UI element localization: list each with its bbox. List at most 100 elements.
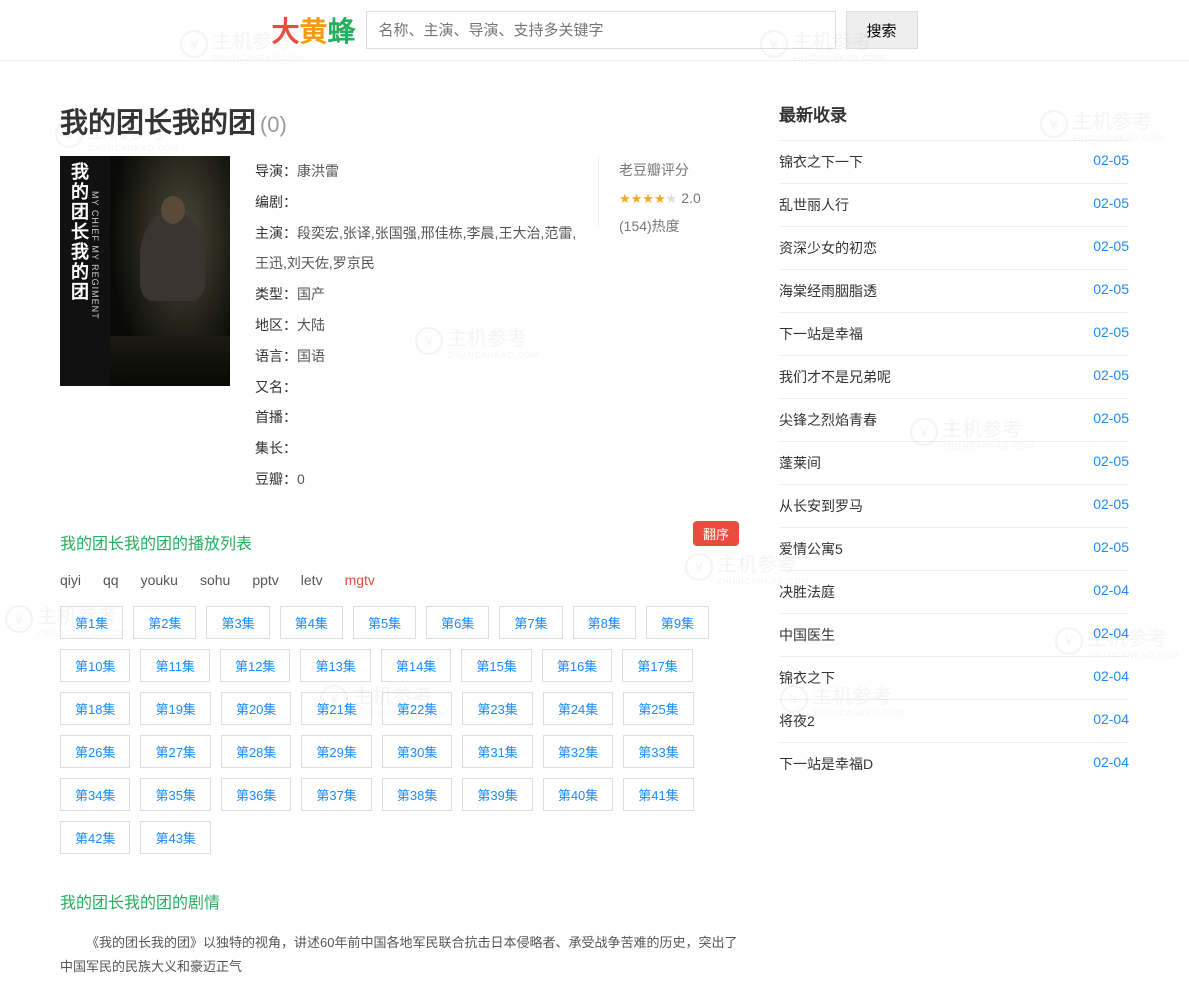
recent-item-name: 乱世丽人行: [779, 195, 849, 215]
episode-link[interactable]: 第36集: [221, 778, 291, 811]
episode-link[interactable]: 第38集: [382, 778, 452, 811]
episode-link[interactable]: 第2集: [133, 606, 196, 639]
recent-item[interactable]: 乱世丽人行 02-05: [779, 183, 1129, 226]
episode-link[interactable]: 第25集: [623, 692, 693, 725]
episode-link[interactable]: 第28集: [221, 735, 291, 768]
episode-link[interactable]: 第6集: [426, 606, 489, 639]
sidebar-title: 最新收录: [779, 101, 1129, 126]
recent-item-name: 爱情公寓5: [779, 539, 843, 559]
source-tab-letv[interactable]: letv: [301, 572, 323, 588]
episode-link[interactable]: 第13集: [300, 649, 370, 682]
recent-item[interactable]: 将夜2 02-04: [779, 699, 1129, 742]
source-tab-sohu[interactable]: sohu: [200, 572, 230, 588]
recent-item-name: 我们才不是兄弟呢: [779, 367, 891, 387]
episode-link[interactable]: 第22集: [382, 692, 452, 725]
episode-link[interactable]: 第3集: [206, 606, 269, 639]
recent-item-name: 下一站是幸福D: [779, 754, 873, 774]
episode-link[interactable]: 第32集: [543, 735, 613, 768]
recent-item[interactable]: 海棠经雨胭脂透02-05: [779, 269, 1129, 312]
episode-link[interactable]: 第11集: [140, 649, 210, 682]
recent-item-name: 锦衣之下: [779, 668, 835, 688]
episode-link[interactable]: 第43集: [140, 821, 210, 854]
episode-link[interactable]: 第20集: [221, 692, 291, 725]
episode-link[interactable]: 第9集: [646, 606, 709, 639]
episode-link[interactable]: 第27集: [140, 735, 210, 768]
source-tab-pptv[interactable]: pptv: [252, 572, 278, 588]
recent-item-name: 将夜2: [779, 711, 815, 731]
star-rating: ★★★★★: [619, 191, 677, 206]
episode-link[interactable]: 第29集: [301, 735, 371, 768]
recent-item-name: 下一站是幸福: [779, 324, 863, 344]
episode-link[interactable]: 第7集: [499, 606, 562, 639]
recent-item-name: 锦衣之下一下: [779, 152, 863, 172]
episode-link[interactable]: 第4集: [280, 606, 343, 639]
search-input[interactable]: [366, 11, 836, 49]
episode-link[interactable]: 第12集: [220, 649, 290, 682]
episode-link[interactable]: 第21集: [301, 692, 371, 725]
recent-item[interactable]: 蓬莱间02-05: [779, 441, 1129, 484]
recent-item[interactable]: 爱情公寓5 02-05: [779, 527, 1129, 570]
recent-item-name: 中国医生: [779, 625, 835, 645]
plot-title: 我的团长我的团的剧情: [60, 889, 739, 913]
episode-link[interactable]: 第8集: [573, 606, 636, 639]
recent-item[interactable]: 下一站是幸福02-05: [779, 312, 1129, 355]
recent-item-date: 02-04: [1093, 582, 1129, 602]
recent-item-name: 海棠经雨胭脂透: [779, 281, 877, 301]
rating-box: 老豆瓣评分 ★★★★★2.0 (154)热度: [619, 156, 739, 495]
recent-item-date: 02-05: [1093, 367, 1129, 387]
recent-item-date: 02-04: [1093, 754, 1129, 774]
episode-link[interactable]: 第33集: [623, 735, 693, 768]
recent-item[interactable]: 尖锋之烈焰青春 02-05: [779, 398, 1129, 441]
recent-item-name: 资深少女的初恋: [779, 238, 877, 258]
episode-link[interactable]: 第16集: [542, 649, 612, 682]
recent-item[interactable]: 资深少女的初恋02-05: [779, 226, 1129, 269]
episode-link[interactable]: 第5集: [353, 606, 416, 639]
recent-item-date: 02-05: [1093, 410, 1129, 430]
recent-list: 锦衣之下一下02-05乱世丽人行02-05资深少女的初恋02-05海棠经雨胭脂透…: [779, 140, 1129, 785]
episode-link[interactable]: 第31集: [462, 735, 532, 768]
recent-item-date: 02-05: [1093, 453, 1129, 473]
recent-item-date: 02-05: [1093, 539, 1129, 559]
playlist-title: 我的团长我的团的播放列表: [60, 530, 252, 554]
recent-item-name: 从长安到罗马: [779, 496, 863, 516]
search-button[interactable]: 搜索: [846, 11, 918, 49]
recent-item[interactable]: 决胜法庭02-04: [779, 570, 1129, 613]
recent-item[interactable]: 下一站是幸福D 02-04: [779, 742, 1129, 785]
episode-link[interactable]: 第35集: [140, 778, 210, 811]
poster[interactable]: 我的团长我的团 MY CHIEF MY REGIMENT: [60, 156, 230, 386]
episode-link[interactable]: 第10集: [60, 649, 130, 682]
source-tab-qiyi[interactable]: qiyi: [60, 572, 81, 588]
episode-link[interactable]: 第39集: [462, 778, 532, 811]
flip-order-button[interactable]: 翻序: [693, 521, 739, 546]
episode-link[interactable]: 第15集: [461, 649, 531, 682]
episode-link[interactable]: 第19集: [140, 692, 210, 725]
episode-link[interactable]: 第14集: [381, 649, 451, 682]
source-tab-youku[interactable]: youku: [141, 572, 178, 588]
source-tab-mgtv[interactable]: mgtv: [345, 572, 375, 588]
recent-item[interactable]: 从长安到罗马 02-05: [779, 484, 1129, 527]
recent-item-date: 02-04: [1093, 711, 1129, 731]
source-tabs: qiyi qq youku sohu pptv letv mgtv: [60, 572, 739, 588]
logo[interactable]: 大 黄 蜂: [271, 10, 355, 50]
page-title: 我的团长我的团 (0): [60, 101, 739, 141]
episode-link[interactable]: 第37集: [301, 778, 371, 811]
recent-item[interactable]: 锦衣之下一下02-05: [779, 140, 1129, 183]
recent-item[interactable]: 锦衣之下02-04: [779, 656, 1129, 699]
episode-link[interactable]: 第1集: [60, 606, 123, 639]
episode-link[interactable]: 第24集: [543, 692, 613, 725]
recent-item[interactable]: 中国医生02-04: [779, 613, 1129, 656]
episode-link[interactable]: 第34集: [60, 778, 130, 811]
episode-link[interactable]: 第40集: [543, 778, 613, 811]
recent-item[interactable]: 我们才不是兄弟呢 02-05: [779, 355, 1129, 398]
episode-link[interactable]: 第23集: [462, 692, 532, 725]
episode-link[interactable]: 第42集: [60, 821, 130, 854]
recent-item-date: 02-05: [1093, 496, 1129, 516]
episode-link[interactable]: 第30集: [382, 735, 452, 768]
episode-link[interactable]: 第17集: [622, 649, 692, 682]
recent-item-date: 02-05: [1093, 195, 1129, 215]
episode-link[interactable]: 第41集: [623, 778, 693, 811]
episode-link[interactable]: 第26集: [60, 735, 130, 768]
source-tab-qq[interactable]: qq: [103, 572, 119, 588]
episode-link[interactable]: 第18集: [60, 692, 130, 725]
recent-item-name: 尖锋之烈焰青春: [779, 410, 877, 430]
